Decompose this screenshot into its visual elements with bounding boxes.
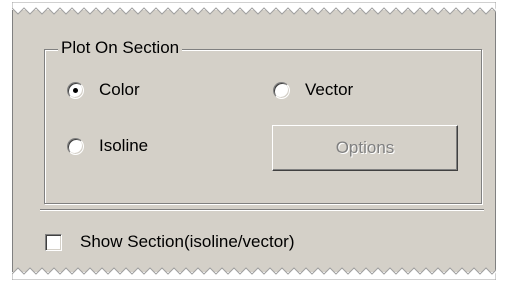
show-section-checkbox[interactable] [45, 234, 62, 251]
show-section-label[interactable]: Show Section(isoline/vector) [80, 232, 294, 252]
vector-radio-label[interactable]: Vector [305, 80, 353, 100]
color-radio-label[interactable]: Color [99, 80, 140, 100]
groupbox-title: Plot On Section [58, 38, 183, 58]
options-button[interactable]: Options [272, 125, 458, 171]
radio-dot-icon [73, 88, 78, 93]
separator [40, 209, 484, 211]
isoline-radio[interactable] [67, 138, 84, 155]
color-radio[interactable] [67, 82, 84, 99]
isoline-radio-label[interactable]: Isoline [99, 136, 148, 156]
vector-radio[interactable] [273, 82, 290, 99]
torn-edge-top [12, 2, 496, 15]
torn-edge-bottom [12, 267, 496, 280]
